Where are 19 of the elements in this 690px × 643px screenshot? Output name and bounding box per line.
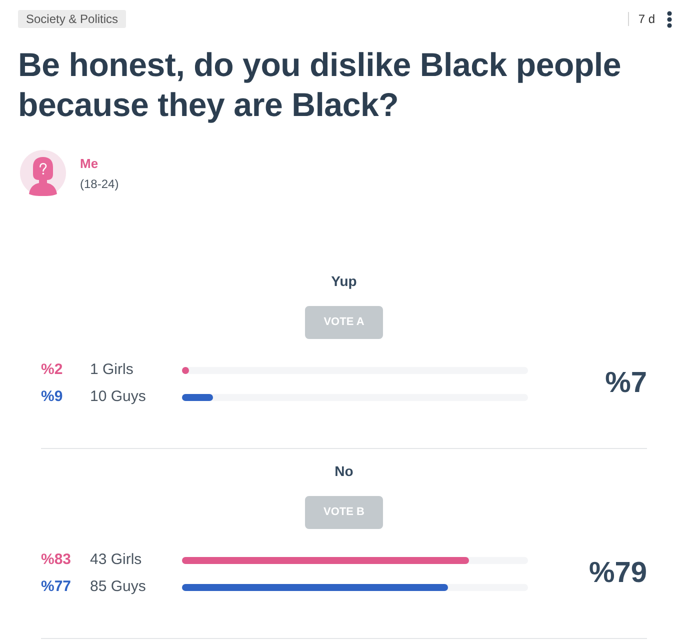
more-icon[interactable]	[667, 10, 672, 28]
option-label: Yup	[331, 272, 357, 291]
option-label: No	[334, 462, 354, 481]
post-age: 7 d	[638, 11, 655, 28]
voter-count: 1 Girls	[90, 360, 134, 380]
percent-value: %77	[41, 577, 72, 598]
total-percent: %79	[588, 556, 647, 592]
author-name[interactable]: Me	[80, 156, 119, 172]
percent-value: %9	[41, 387, 64, 408]
author-age-range: (18-24)	[80, 176, 119, 192]
percent-value: %83	[41, 550, 72, 570]
voter-count: 85 Guys	[90, 577, 147, 598]
total-percent: %7	[605, 366, 647, 402]
percent-value: %2	[41, 360, 64, 380]
voter-count: 43 Girls	[90, 550, 143, 570]
category-tag[interactable]: Society & Politics	[18, 10, 126, 28]
avatar-icon[interactable]	[20, 150, 66, 196]
voter-count: 10 Guys	[90, 387, 147, 408]
question-title: Be honest, do you dislike Black people because they are Black?	[18, 45, 622, 125]
